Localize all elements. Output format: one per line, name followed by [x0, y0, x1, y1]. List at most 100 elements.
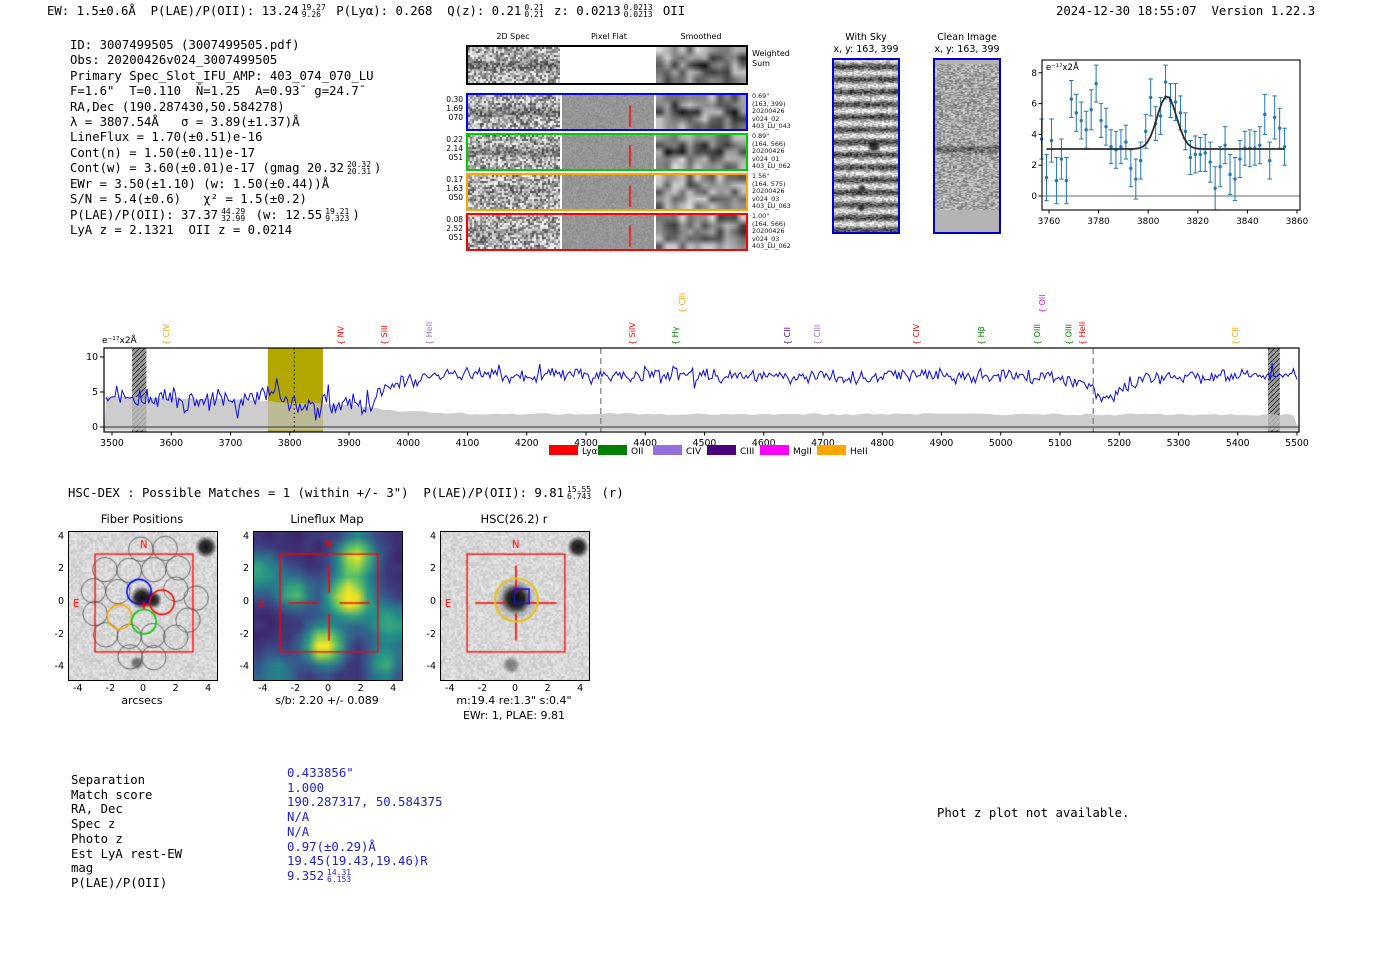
elixer-report-page: EW: 1.5±0.6Å P(LAE)/P(OII): 13.24 19.27 9.… — [0, 0, 1400, 953]
match-row-label: mag — [71, 861, 94, 876]
hsc-title: HSC(26.2) r — [480, 512, 548, 526]
panel-y-tick: 4 — [57, 530, 64, 542]
legend-label: CIV — [686, 447, 702, 457]
spec-x-tick: 4900 — [930, 438, 954, 449]
exposure-row — [466, 133, 748, 171]
text-segment: 0.97(±0.29)Å — [287, 839, 376, 854]
text-segment: OII — [655, 4, 686, 19]
match-row-value: 1.000 — [287, 781, 442, 796]
exposure-row-right-labels: 1.56" (164, 575) 20200426 v024_03 403_LU_063 — [752, 172, 791, 211]
emission-line-label: { CIII — [678, 293, 687, 313]
info-line: λ = 3807.54Å σ = 3.89(±1.37)Å — [70, 115, 381, 130]
panel-x-tick: 4 — [205, 683, 212, 694]
2d-spec-image — [468, 95, 560, 129]
left-label-line: 2.52 — [446, 224, 463, 233]
stacked-fraction: 0.21 0.21 — [524, 3, 543, 18]
fit-x-tick: 3840 — [1236, 217, 1259, 227]
match-row-value: N/A — [287, 825, 442, 840]
info-line: EWr = 3.50(±1.10) (w: 1.50(±0.44))Å — [70, 177, 381, 192]
legend-swatch — [707, 445, 736, 455]
match-row-label: Est LyA rest-EW — [71, 846, 183, 861]
sky-panel-coords: x, y: 163, 399 — [934, 43, 1000, 55]
hsc-xlabel2: EWr: 1, PLAE: 9.81 — [462, 709, 566, 722]
emission-line-label: { Hβ — [977, 326, 986, 345]
text-segment: EW: 1.5±0.6Å P(LAE)/P(OII): 13.24 — [47, 4, 299, 19]
left-label-line: 0.22 — [446, 135, 463, 144]
text-segment: Cont(n) = 1.50(±0.11)e-17 — [70, 145, 256, 160]
fiber-xlabel: arcsecs — [121, 694, 163, 707]
spec-y-tick: 5 — [92, 387, 98, 398]
text-segment: P(Lyα): 0.268 Q(z): 0.21 — [328, 4, 522, 19]
panel-y-tick: 4 — [429, 530, 436, 542]
2d-spec-image — [468, 135, 560, 169]
cutout-col-header: Pixel Flat — [591, 32, 627, 41]
info-line: P(LAE)/P(OII): 37.37 44.29 32.99 (w: 12.55… — [70, 207, 381, 224]
text-segment: ) — [352, 207, 360, 222]
emission-line-label: { OIII — [1033, 324, 1042, 345]
match-row-label: Spec z — [71, 817, 116, 832]
with-sky-image — [832, 58, 900, 234]
text-segment: EWr = 3.50(±1.10) (w: 1.50(±0.44))Å — [70, 176, 330, 191]
weighted-sum-label: Weighted Sum — [752, 49, 790, 68]
legend-swatch — [817, 445, 846, 455]
text-segment: N/A — [287, 810, 310, 825]
panel-y-tick: 4 — [242, 530, 249, 542]
cutout-col-header: 2D Spec — [496, 32, 530, 41]
panel-y-tick: 2 — [429, 563, 436, 575]
info-line: Cont(n) = 1.50(±0.11)e-17 — [70, 146, 381, 161]
exposure-row-right-labels: 1.00" (164, 566) 20200426 v024_03 403_LU_062 — [752, 212, 791, 251]
smoothed-image — [656, 95, 746, 129]
emission-line-label: { CIV — [912, 323, 921, 345]
panel-x-tick: -2 — [477, 683, 488, 694]
panel-x-tick: 4 — [577, 683, 584, 694]
stacked-fraction: 0.0213 0.0213 — [624, 3, 653, 18]
panel-x-tick: 0 — [139, 683, 147, 694]
exposure-row — [466, 93, 748, 131]
left-label-line: 0.30 — [446, 95, 463, 104]
emission-line-label: { CIV — [162, 323, 171, 345]
left-label-line: 1.69 — [446, 104, 463, 113]
fit-y-tick: 8 — [1031, 69, 1037, 79]
legend-swatch — [653, 445, 682, 455]
panel-x-tick: -4 — [258, 683, 268, 694]
fit-x-tick: 3860 — [1286, 217, 1308, 227]
legend-label: OII — [631, 447, 643, 457]
fraction-lo: 9.323 — [325, 213, 350, 223]
spec-x-tick: 3800 — [278, 438, 302, 449]
clean-image — [933, 58, 1001, 234]
panel-y-tick: -4 — [54, 661, 64, 673]
panel-x-tick: 4 — [390, 683, 397, 694]
exposure-row — [466, 213, 748, 251]
panel-y-tick: -2 — [54, 628, 64, 640]
spec-x-tick: 5000 — [989, 438, 1013, 449]
exposure-row — [466, 173, 748, 211]
right-label-line: 403_LU_063 — [752, 202, 791, 211]
smoothed-image — [656, 175, 746, 209]
panel-x-tick: 2 — [172, 683, 179, 694]
right-label-line: 403_LU_062 — [752, 242, 791, 251]
match-row-label: Match score — [71, 787, 153, 802]
panel-x-tick: -4 — [73, 683, 83, 694]
legend-label: CIII — [740, 447, 754, 457]
sky-canvas — [834, 60, 898, 232]
left-label-line: 0.17 — [446, 175, 463, 184]
match-row-value: 9.352 14.31 6.153 — [287, 868, 442, 884]
fit-y-tick: 2 — [1031, 161, 1037, 171]
match-row-value: 0.433856" — [287, 766, 442, 781]
fit-ylabel: e⁻¹⁷x2Å — [1046, 61, 1079, 73]
exposure-row-left-labels: 0.17 1.63 050 — [441, 175, 463, 202]
fit-x-tick: 3760 — [1038, 217, 1061, 227]
pixel-flat-image — [562, 95, 654, 129]
exposure-row-left-labels: 0.08 2.52 051 — [441, 215, 463, 242]
stacked-fraction: 44.29 32.99 — [221, 207, 245, 222]
text-segment: F=1.6" T=0.110 N̄=1.25 A=0.93̄ g=24.7̄ — [70, 84, 359, 99]
weighted-label-line: Sum — [752, 58, 770, 68]
match-row-label: Separation — [71, 773, 146, 787]
text-segment: RA,Dec (190.287430,50.584278) — [70, 99, 285, 114]
fit-x-tick: 3800 — [1137, 217, 1160, 227]
2d-spec-image — [468, 215, 560, 249]
emission-line-label: { CII — [783, 327, 792, 345]
emission-line-label: { CII — [1231, 327, 1240, 345]
version: Version 1.22.3 — [1211, 4, 1316, 18]
2d-spec-image — [468, 175, 560, 209]
